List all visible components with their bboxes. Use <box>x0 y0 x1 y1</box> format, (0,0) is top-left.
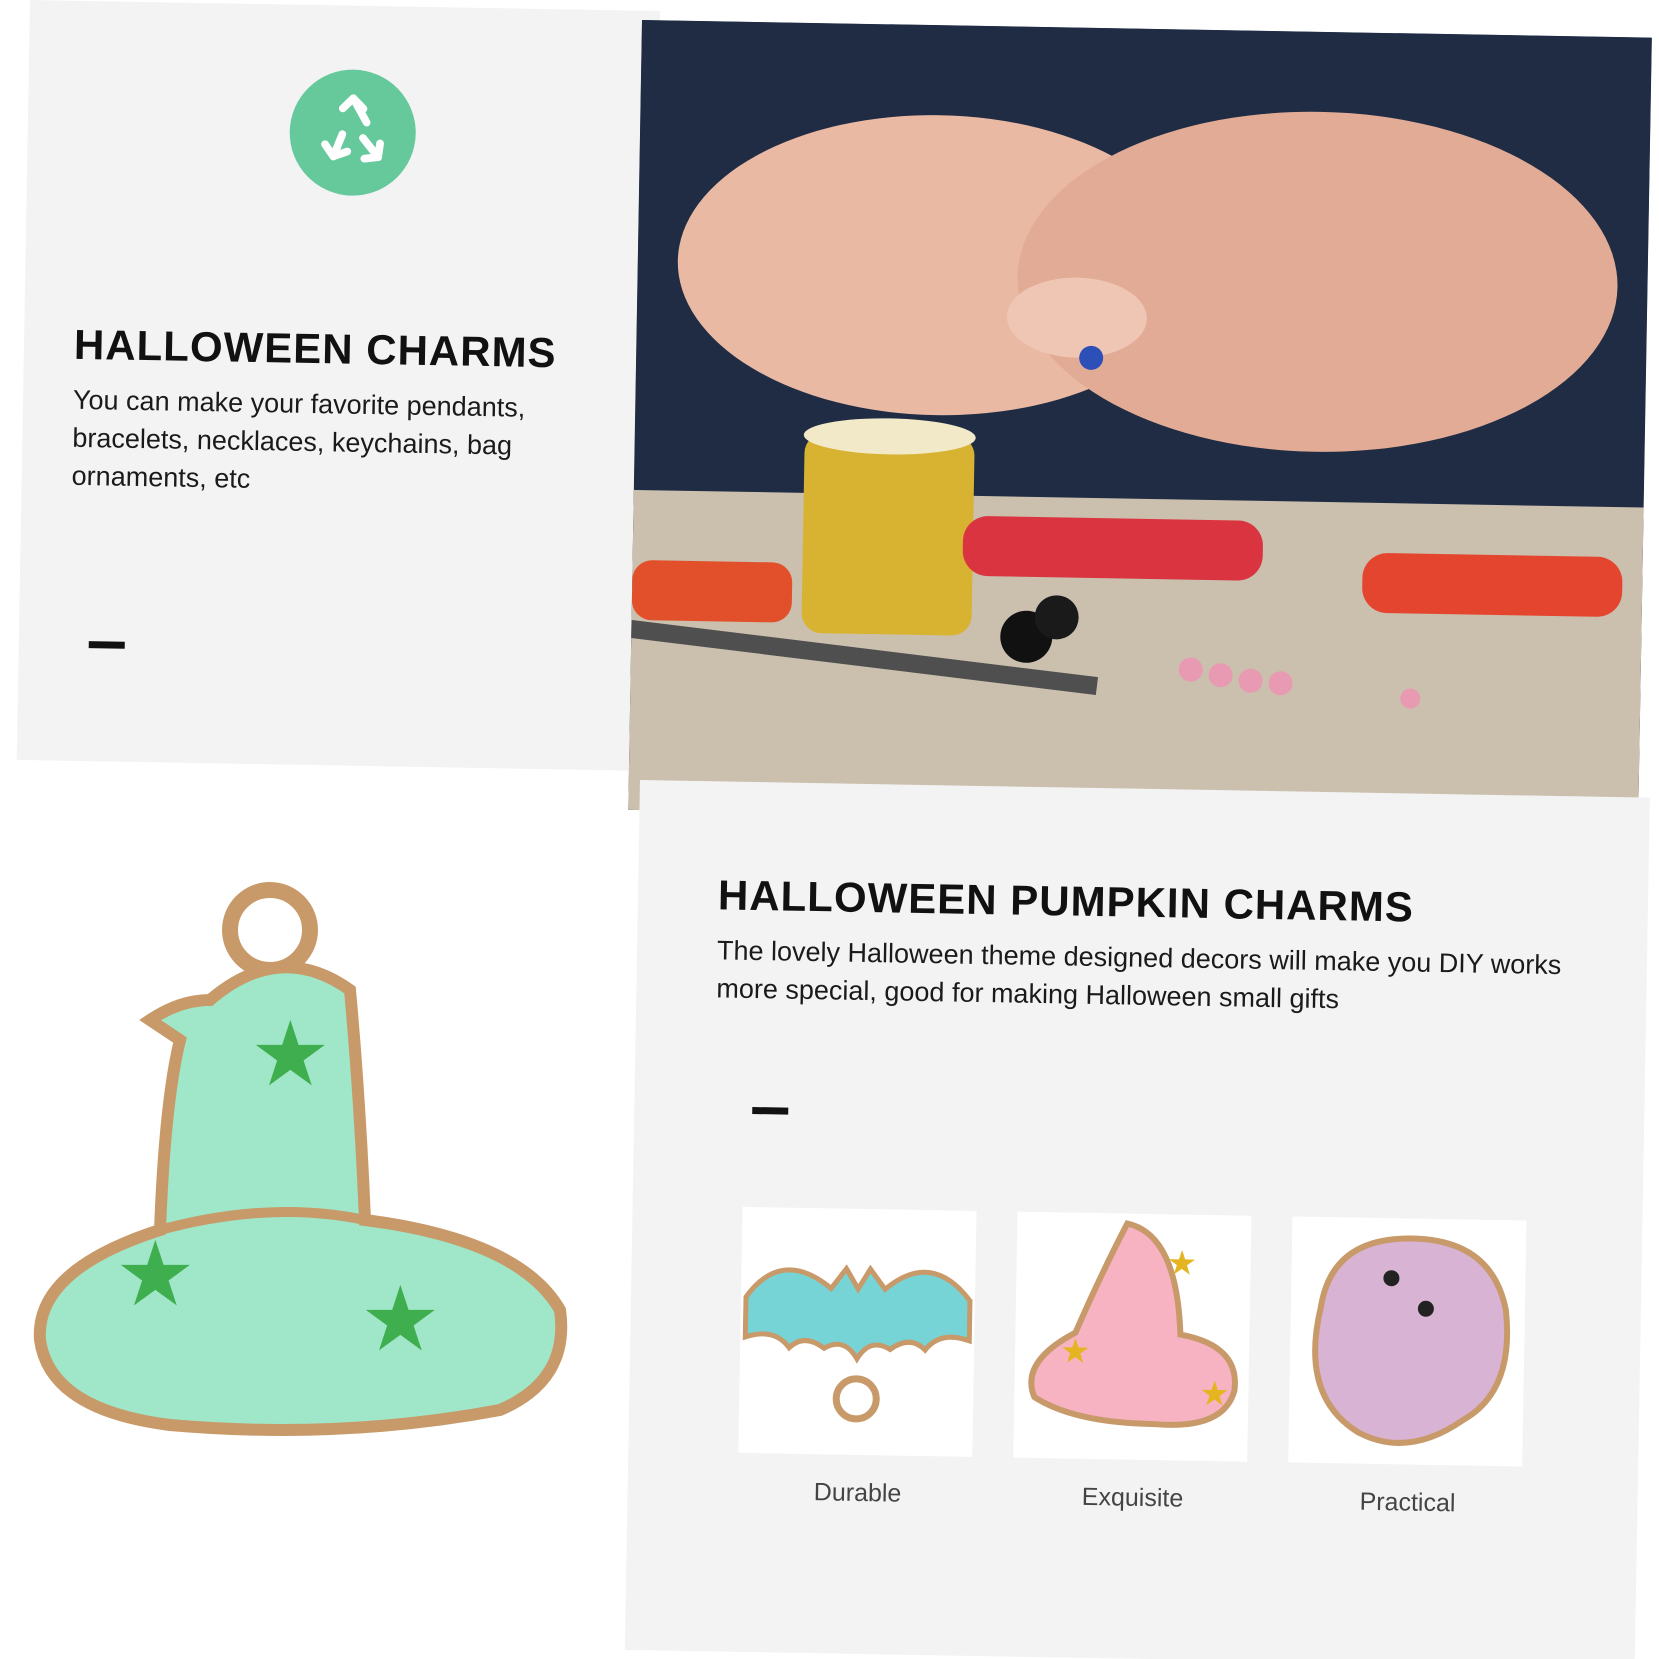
divider-dash <box>752 1107 789 1115</box>
recycle-icon <box>321 94 384 163</box>
pumpkin-charms-panel: HALLOWEEN PUMPKIN CHARMS The lovely Hall… <box>624 780 1650 1659</box>
feature-list: Durable ★ ★ ★ Exquisite Practical <box>737 1206 1543 1551</box>
feature-durable: Durable <box>737 1206 982 1510</box>
feature-thumb: ★ ★ ★ <box>1013 1211 1252 1462</box>
charms-description: You can make your favorite pendants, bra… <box>71 384 526 494</box>
svg-text:★: ★ <box>1166 1243 1197 1284</box>
pumpkin-charms-description: The lovely Halloween theme designed deco… <box>716 935 1562 1015</box>
pumpkin-charms-heading: HALLOWEEN PUMPKIN CHARMS <box>717 871 1415 931</box>
feature-label: Exquisite <box>1081 1482 1184 1513</box>
recycle-badge <box>288 68 417 197</box>
feature-practical: Practical <box>1287 1216 1532 1519</box>
witch-hat-charm-icon: ★ ★ ★ <box>1028 1220 1238 1428</box>
witch-hat-charm-image: ★ ★ ★ <box>20 880 590 1480</box>
feature-thumb <box>738 1206 977 1457</box>
svg-text:★: ★ <box>1060 1331 1091 1372</box>
bat-charm-icon <box>742 1264 973 1423</box>
charms-heading: HALLOWEEN CHARMS <box>73 320 557 377</box>
crafting-scene <box>628 20 1652 828</box>
feature-thumb <box>1288 1216 1527 1467</box>
ghost-charm-icon <box>1312 1235 1511 1446</box>
feature-label: Practical <box>1359 1487 1456 1518</box>
product-page: HALLOWEEN CHARMS You can make your favor… <box>0 0 1659 1659</box>
svg-text:★: ★ <box>1199 1374 1230 1415</box>
svg-text:★: ★ <box>115 1222 196 1327</box>
svg-text:★: ★ <box>360 1267 441 1372</box>
charms-info-panel: HALLOWEEN CHARMS You can make your favor… <box>16 0 660 771</box>
feature-label: Durable <box>813 1478 902 1508</box>
svg-text:★: ★ <box>250 1002 331 1107</box>
feature-exquisite: ★ ★ ★ Exquisite <box>1012 1211 1257 1515</box>
witch-hat-charm-icon: ★ ★ ★ <box>33 882 568 1436</box>
crafting-photo <box>628 20 1652 828</box>
divider-dash <box>88 641 125 649</box>
